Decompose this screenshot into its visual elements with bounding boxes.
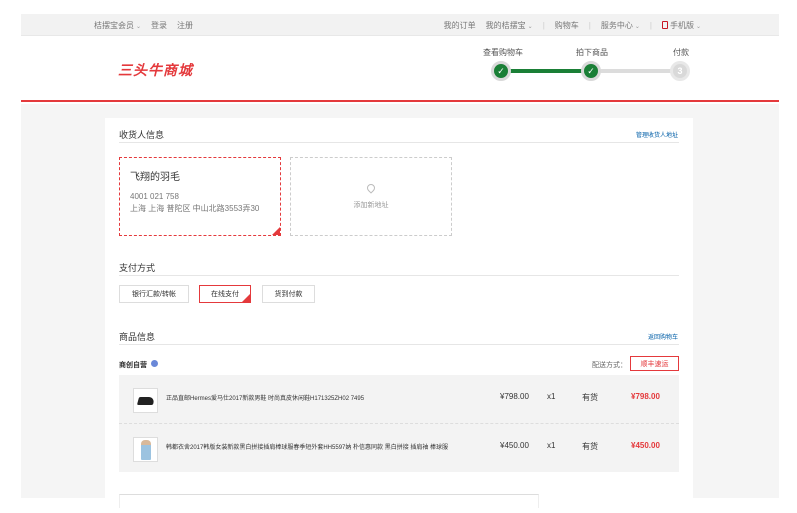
goods-section-title: 商品信息 — [119, 332, 156, 342]
divider — [119, 275, 679, 276]
site-header: 三头牛商城 查看购物车 拍下商品 付款 ✓ ✓ 3 — [21, 36, 779, 102]
manage-address-link[interactable]: 管理收货人地址 — [636, 130, 678, 139]
clothing-icon — [140, 439, 151, 460]
divider — [119, 142, 679, 143]
mobile-version-link[interactable]: 手机版 ⌄ — [661, 20, 701, 31]
goods-list: 正品直邮Hermes爱马仕2017新款男鞋 时尚真皮休闲鞋H171325ZH02… — [119, 375, 679, 472]
check-icon: ✓ — [581, 61, 601, 81]
check-icon: ✓ — [491, 61, 511, 81]
payment-section-title: 支付方式 — [119, 263, 156, 273]
checkout-card: 收货人信息 管理收货人地址 飞翔的羽毛 4001 021 758 上海 上海 普… — [105, 118, 693, 508]
step-label-view-cart: 查看购物车 — [483, 48, 523, 57]
step-label-place-order: 拍下商品 — [576, 48, 608, 57]
cart-link[interactable]: 购物车 — [555, 20, 579, 31]
add-address-button[interactable]: 添加新地址 — [290, 157, 452, 236]
payment-option-cod[interactable]: 货到付款 — [262, 285, 315, 303]
product-price: ¥450.00 — [500, 441, 529, 450]
product-stock: 有货 — [582, 442, 598, 451]
divider: | — [588, 21, 591, 30]
product-qty: x1 — [547, 441, 556, 450]
divider: | — [542, 21, 545, 30]
progress-line-done — [501, 69, 591, 73]
address-card-selected[interactable]: 飞翔的羽毛 4001 021 758 上海 上海 普陀区 中山北路3553弄30 — [119, 157, 281, 236]
selected-corner-icon — [272, 227, 280, 235]
product-price: ¥798.00 — [500, 392, 529, 401]
chevron-down-icon: ⌄ — [136, 24, 142, 30]
shoe-icon — [136, 396, 155, 405]
site-logo[interactable]: 三头牛商城 — [118, 60, 193, 80]
shipping-method-button[interactable]: 顺丰速运 — [630, 356, 679, 371]
shipping-label: 配送方式： — [592, 362, 627, 369]
product-name[interactable]: 韩都衣舍2017韩版女装新款黑白拼接插肩棒球服春季短外套HH5597妠 朴信惠同… — [166, 442, 448, 451]
receiver-name: 飞翔的羽毛 — [130, 172, 180, 183]
step-label-pay: 付款 — [673, 48, 689, 57]
location-pin-icon — [365, 181, 377, 194]
topbar-right: 我的订单 我的桔摆宝 ⌄ | 购物车 | 服务中心 ⌄ | 手机版 ⌄ — [444, 20, 701, 31]
phone-icon — [661, 21, 668, 29]
product-qty: x1 — [547, 392, 556, 401]
checkout-progress: 查看购物车 拍下商品 付款 ✓ ✓ 3 — [481, 47, 701, 87]
product-thumbnail[interactable] — [133, 437, 158, 462]
chevron-down-icon: ⌄ — [527, 24, 533, 30]
product-subtotal: ¥450.00 — [631, 441, 660, 450]
progress-line-todo — [591, 69, 681, 73]
list-item: 韩都衣舍2017韩版女装新款黑白拼接插肩棒球服春季短外套HH5597妠 朴信惠同… — [119, 423, 679, 470]
member-link[interactable]: 桔摆宝会员 ⌄ — [94, 20, 141, 31]
chevron-down-icon: ⌄ — [634, 24, 640, 30]
product-subtotal: ¥798.00 — [631, 392, 660, 401]
topbar-left: 桔摆宝会员 ⌄ 登录 注册 — [94, 20, 193, 31]
shop-name: 商创自营 — [119, 362, 147, 369]
product-thumbnail[interactable] — [133, 388, 158, 413]
divider: | — [649, 21, 652, 30]
product-stock: 有货 — [582, 393, 598, 402]
back-to-cart-link[interactable]: 返回购物车 — [648, 332, 678, 341]
chat-icon[interactable] — [151, 360, 158, 367]
service-center-link[interactable]: 服务中心 ⌄ — [601, 20, 640, 31]
chevron-down-icon: ⌄ — [695, 24, 701, 30]
my-account-link[interactable]: 我的桔摆宝 ⌄ — [486, 20, 533, 31]
list-item: 正品直邮Hermes爱马仕2017新款男鞋 时尚真皮休闲鞋H171325ZH02… — [119, 375, 679, 422]
payment-option-online[interactable]: 在线支付 — [199, 285, 251, 303]
login-link[interactable]: 登录 — [151, 20, 167, 31]
product-name[interactable]: 正品直邮Hermes爱马仕2017新款男鞋 时尚真皮休闲鞋H171325ZH02… — [166, 393, 364, 402]
receiver-section-title: 收货人信息 — [119, 130, 165, 140]
my-orders-link[interactable]: 我的订单 — [444, 20, 476, 31]
step-number-3: 3 — [670, 61, 690, 81]
selected-corner-icon — [242, 294, 250, 302]
payment-option-bank-transfer[interactable]: 银行汇款/转帐 — [119, 285, 189, 303]
remark-box[interactable] — [119, 494, 539, 508]
register-link[interactable]: 注册 — [177, 20, 193, 31]
top-utility-bar: 桔摆宝会员 ⌄ 登录 注册 我的订单 我的桔摆宝 ⌄ | 购物车 | 服务中心 ⌄ |… — [21, 14, 779, 36]
shop-row: 商创自营 配送方式： 顺丰速运 — [119, 356, 679, 372]
receiver-phone: 4001 021 758 — [130, 192, 179, 201]
divider — [119, 344, 679, 345]
add-address-label: 添加新地址 — [353, 201, 389, 209]
receiver-address: 上海 上海 普陀区 中山北路3553弄30 — [130, 204, 260, 213]
